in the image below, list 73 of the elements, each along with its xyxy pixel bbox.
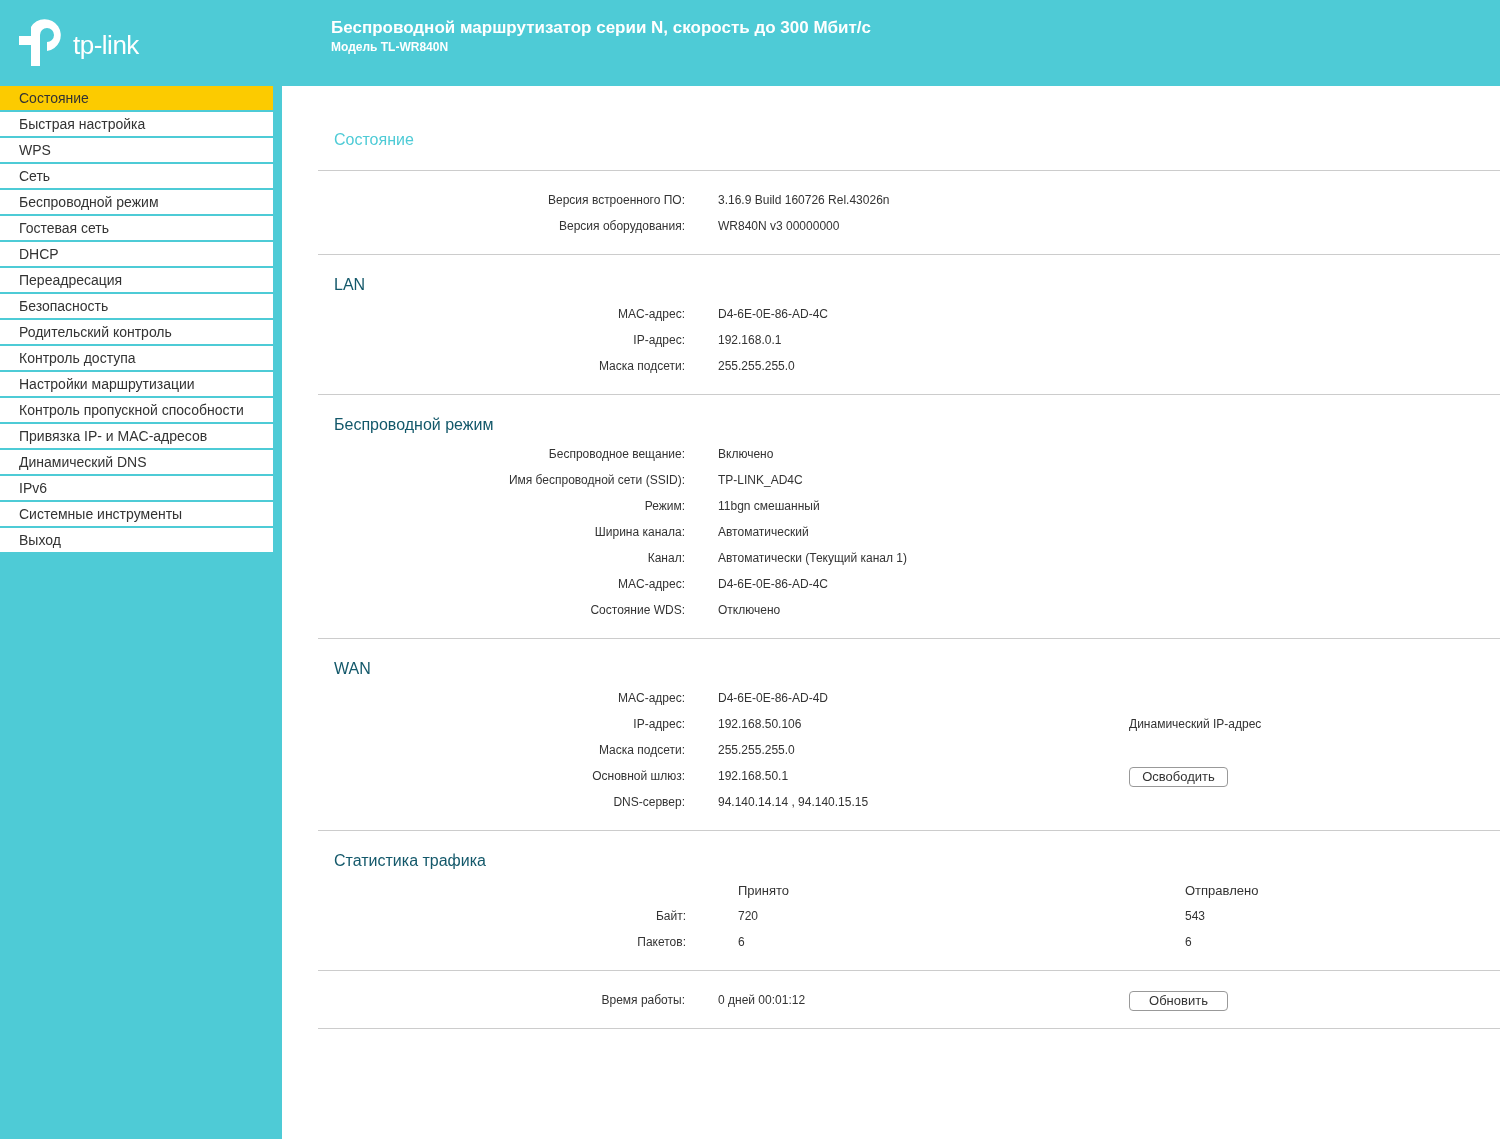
- field-value: Включено: [718, 447, 775, 461]
- section-title: WAN: [333, 659, 372, 679]
- field-value: TP-LINK_AD4C: [718, 473, 804, 487]
- field-value: 94.140.14.14 , 94.140.15.15: [718, 795, 870, 809]
- field-value: 0 дней 00:01:12: [718, 993, 807, 1007]
- row-label: Пакетов:: [637, 935, 686, 949]
- sidebar-item[interactable]: Выход: [0, 528, 273, 552]
- section-title: Беспроводной режим: [333, 415, 495, 435]
- field-label: Беспроводное вещание:: [548, 447, 685, 461]
- sidebar-item[interactable]: Безопасность: [0, 294, 273, 318]
- field-label: Маска подсети:: [598, 359, 685, 373]
- field-value: Автоматический: [718, 525, 810, 539]
- field-label: Состояние WDS:: [590, 603, 685, 617]
- table-cell-text: 720: [738, 909, 760, 923]
- field-value: D4-6E-0E-86-AD-4C: [718, 577, 830, 591]
- column-header: Принято: [738, 882, 791, 898]
- sidebar-item[interactable]: Переадресация: [0, 268, 273, 292]
- action-button[interactable]: Обновить: [1129, 990, 1228, 1011]
- field-label: MAC-адрес:: [617, 691, 685, 705]
- sidebar-item[interactable]: Беспроводной режим: [0, 190, 273, 214]
- sidebar-item[interactable]: IPv6: [0, 476, 273, 500]
- field-label: Ширина канала:: [594, 525, 685, 539]
- field-label: Версия оборудования:: [559, 219, 685, 233]
- router-title: Беспроводной маршрутизатор серии N, скорость до 300 Мбит/с: [331, 18, 872, 38]
- sidebar-item[interactable]: Состояние: [0, 86, 273, 110]
- sidebar-item[interactable]: Контроль доступа: [0, 346, 273, 370]
- field-label: Имя беспроводной сети (SSID):: [508, 473, 685, 487]
- field-value: Автоматически (Текущий канал 1): [718, 551, 909, 565]
- brand-name: tp-link: [73, 29, 139, 61]
- page-title: Состояние: [318, 126, 1500, 171]
- field-value: 192.168.50.1: [718, 769, 790, 783]
- section-title: LAN: [333, 275, 367, 295]
- field-note: Динамический IP-адрес: [1129, 717, 1263, 731]
- sidebar-item[interactable]: Системные инструменты: [0, 502, 273, 526]
- table-cell-text: 543: [1185, 909, 1207, 923]
- table-cell-text: 6: [738, 935, 746, 949]
- table-cell-text: 6: [1185, 935, 1193, 949]
- field-value: WR840N v3 00000000: [718, 219, 841, 233]
- field-value: D4-6E-0E-86-AD-4C: [718, 307, 830, 321]
- action-button[interactable]: Освободить: [1129, 766, 1228, 787]
- sidebar-item[interactable]: WPS: [0, 138, 273, 162]
- field-value: 3.16.9 Build 160726 Rel.43026n: [718, 193, 891, 207]
- sidebar-item[interactable]: Контроль пропускной способности: [0, 398, 273, 422]
- field-label: Маска подсети:: [598, 743, 685, 757]
- field-value: 255.255.255.0: [718, 743, 796, 757]
- sidebar-item[interactable]: Гостевая сеть: [0, 216, 273, 240]
- field-label: Режим:: [644, 499, 685, 513]
- field-label: IP-адрес:: [633, 717, 685, 731]
- column-header: Отправлено: [1185, 882, 1260, 898]
- field-value: 192.168.50.106: [718, 717, 803, 731]
- field-label: Версия встроенного ПО:: [548, 193, 685, 207]
- field-label: Канал:: [647, 551, 685, 565]
- field-label: MAC-адрес:: [617, 307, 685, 321]
- sidebar-item[interactable]: Настройки маршрутизации: [0, 372, 273, 396]
- field-label: Время работы:: [601, 993, 685, 1007]
- sidebar-item[interactable]: Сеть: [0, 164, 273, 188]
- sidebar-item[interactable]: Быстрая настройка: [0, 112, 273, 136]
- sidebar-item[interactable]: Динамический DNS: [0, 450, 273, 474]
- field-value: 11bgn смешанный: [718, 499, 821, 513]
- field-label: IP-адрес:: [633, 333, 685, 347]
- field-value: D4-6E-0E-86-AD-4D: [718, 691, 830, 705]
- field-label: Основной шлюз:: [592, 769, 685, 783]
- field-value: Отключено: [718, 603, 782, 617]
- field-label: MAC-адрес:: [617, 577, 685, 591]
- row-label: Байт:: [655, 909, 686, 923]
- field-label: DNS-сервер:: [613, 795, 685, 809]
- sidebar-item[interactable]: DHCP: [0, 242, 273, 266]
- field-value: 192.168.0.1: [718, 333, 783, 347]
- sidebar-item[interactable]: Привязка IP- и MAC-адресов: [0, 424, 273, 448]
- field-value: 255.255.255.0: [718, 359, 796, 373]
- section-title: Статистика трафика: [333, 851, 487, 871]
- sidebar-item[interactable]: Родительский контроль: [0, 320, 273, 344]
- model-name: Модель TL-WR840N: [331, 40, 450, 54]
